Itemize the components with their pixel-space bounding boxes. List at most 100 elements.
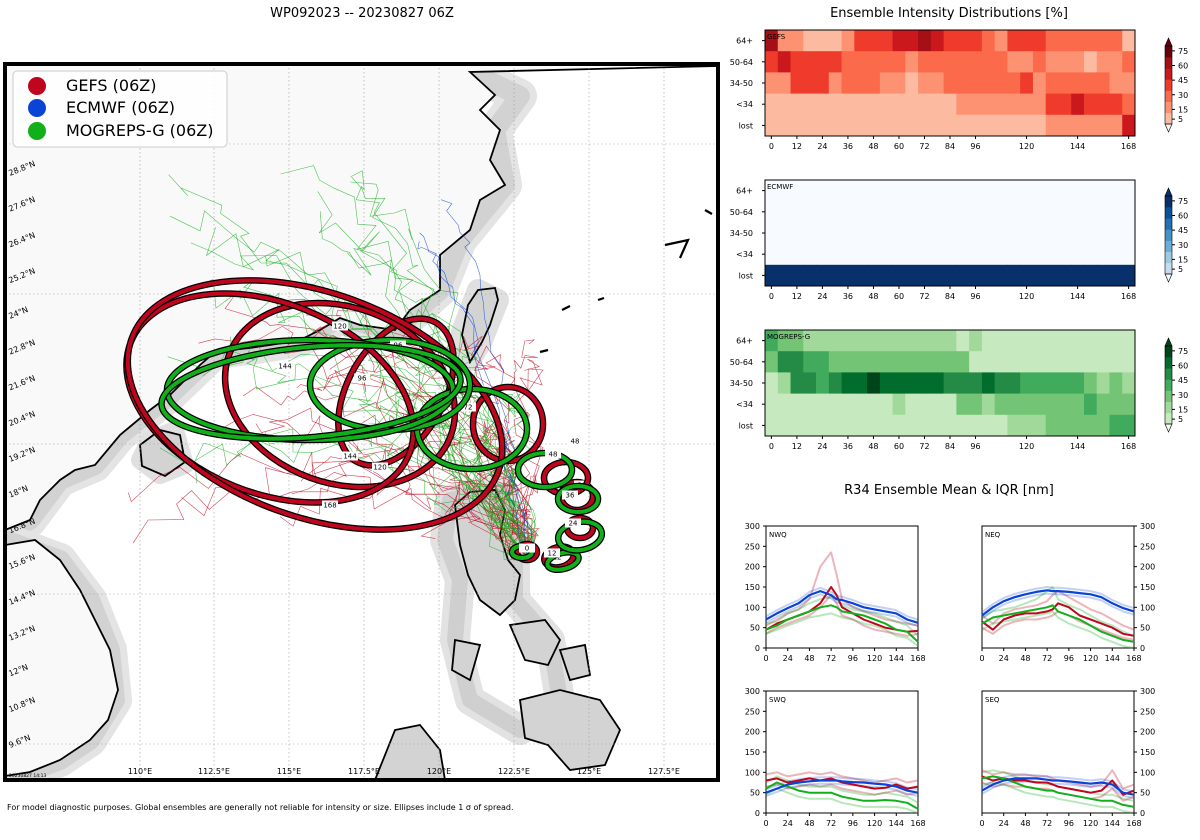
heatmap-cell	[1096, 222, 1110, 244]
heatmap-cell	[1083, 393, 1098, 416]
heatmap-cell	[981, 51, 996, 73]
heatmap-cell	[969, 330, 983, 352]
heatmap-cell	[994, 264, 1008, 287]
heatmap-cell	[1071, 201, 1085, 223]
track-map: 0122436487296120144168012243648729612014…	[3, 62, 720, 782]
heatmap-cell	[1032, 393, 1047, 416]
heatmap-cell	[1071, 222, 1085, 244]
x-tick-label: 0	[769, 142, 774, 151]
r34-panel-seq: SEQ 0 50 100 150 200 250 300 0 24 48 72 96 120 144 168	[979, 687, 1155, 828]
x-tick-label: 0	[763, 654, 768, 663]
heatmap-cell	[1071, 393, 1085, 416]
heatmap-cell	[918, 393, 932, 416]
x-tick-label: 144	[1070, 142, 1085, 151]
heatmap-cell	[1083, 93, 1098, 116]
x-tick-label: 48	[1020, 819, 1030, 828]
heatmap-cell	[930, 372, 945, 394]
heatmap-cell	[956, 264, 970, 287]
r34-panel-nwq: NWQ 0 50 100 150 200 250 300 0 24 48 72 96 120 144 168	[745, 522, 926, 663]
lon-label: 125°E	[577, 767, 601, 776]
heatmap-cell	[777, 222, 791, 244]
heatmap-cell	[828, 222, 842, 244]
heatmap-cell	[943, 264, 957, 287]
lon-label: 122.5°E	[498, 767, 530, 776]
heatmap-cell	[777, 201, 791, 223]
heatmap-cell	[765, 264, 779, 287]
heatmap-cell	[956, 51, 970, 73]
heatmap-cell	[1109, 222, 1123, 244]
x-tick-label: 12	[792, 442, 802, 451]
heatmap-cell	[943, 30, 957, 52]
colorbar-tick-label: 75	[1178, 347, 1188, 356]
heatmap-cell	[867, 222, 881, 244]
ellipse-label: 48	[571, 438, 580, 446]
heatmap-cell	[777, 51, 791, 73]
x-tick-label: 120	[867, 819, 882, 828]
heatmap-cell	[892, 351, 906, 373]
heatmap-cell	[956, 222, 970, 244]
heatmap-cell	[1096, 30, 1110, 52]
heatmap-cell	[1096, 93, 1110, 116]
heatmap-cell	[918, 201, 932, 223]
heatmap-cell	[765, 351, 779, 373]
colorbar-segment	[1165, 46, 1172, 58]
heatmap-cell	[1007, 222, 1021, 244]
heatmap-cell	[879, 72, 893, 94]
heatmap-cell	[1096, 330, 1110, 352]
row-label: 64+	[736, 37, 753, 46]
colorbar-tick-label: 5	[1178, 115, 1183, 124]
heatmap-cell	[1032, 30, 1047, 52]
heatmap-cell	[790, 414, 804, 437]
heatmap-cell	[981, 372, 996, 394]
heatmap-cell	[994, 93, 1008, 116]
colorbar-tick-label: 60	[1178, 62, 1188, 71]
heatmap-cell	[790, 72, 804, 94]
heatmap-cell	[1071, 372, 1085, 394]
r34-quadrant-label: SEQ	[985, 696, 1000, 704]
heatmap-cell	[841, 414, 855, 437]
heatmap-cell	[956, 72, 970, 94]
row-label: 50-64	[730, 358, 753, 367]
heatmap-cell	[1122, 72, 1136, 94]
ellipse-label: 96	[358, 375, 367, 383]
heatmap-cell	[828, 51, 842, 73]
heatmap-cell	[1122, 201, 1136, 223]
x-tick-label: 84	[945, 292, 955, 301]
heatmap-cell	[1058, 93, 1072, 116]
row-label: lost	[739, 421, 753, 430]
x-tick-label: 60	[894, 292, 904, 301]
heatmap-cell	[828, 372, 842, 394]
heatmap-cell	[803, 180, 817, 202]
x-tick-label: 24	[999, 819, 1009, 828]
heatmap-cell	[867, 243, 881, 266]
heatmap-cell	[1058, 393, 1072, 416]
heatmap-cell	[918, 114, 932, 137]
heatmap-cell	[1007, 372, 1021, 394]
heatmap-cell	[1109, 180, 1123, 202]
heatmap-cell	[1071, 180, 1085, 202]
heatmap-cell	[867, 414, 881, 437]
heatmap-cell	[777, 393, 791, 416]
heatmap-cell	[943, 72, 957, 94]
heatmap-cell	[841, 30, 855, 52]
x-tick-label: 72	[826, 654, 836, 663]
heatmap-cell	[816, 201, 830, 223]
y-tick-label: 0	[1140, 644, 1145, 653]
heatmap-cell	[994, 393, 1008, 416]
heatmap-cell	[1109, 351, 1123, 373]
heatmap-cell	[816, 372, 830, 394]
row-label: 34-50	[730, 379, 753, 388]
heatmap-cell	[1045, 393, 1059, 416]
x-tick-label: 96	[970, 292, 980, 301]
x-tick-label: 0	[769, 442, 774, 451]
heatmap-cell	[892, 201, 906, 223]
heatmap-cell	[1045, 372, 1059, 394]
heatmap-cell	[790, 222, 804, 244]
heatmap-cell	[905, 51, 919, 73]
heatmap-cell	[1083, 372, 1098, 394]
heatmap-cell	[1020, 30, 1034, 52]
heatmap-cell	[943, 93, 957, 116]
heatmap-cell	[879, 180, 893, 202]
heatmap-cell	[1032, 222, 1047, 244]
heatmap-cell	[879, 222, 893, 244]
